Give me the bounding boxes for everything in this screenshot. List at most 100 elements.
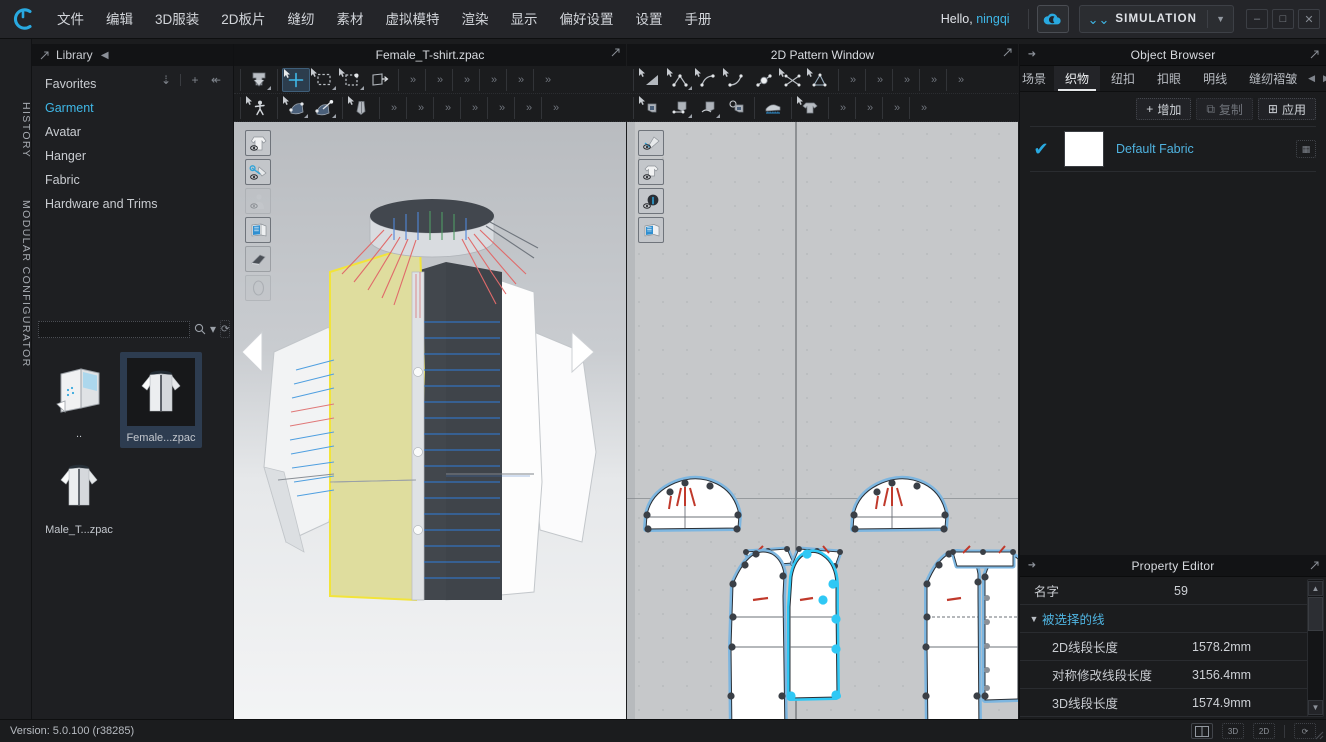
show-pattern-icon[interactable] — [638, 159, 664, 185]
tool-internal-polygon[interactable] — [806, 68, 834, 92]
tool-edit-curve[interactable] — [722, 68, 750, 92]
toolbar-group-expander-13[interactable]: » — [546, 96, 564, 120]
cloud-button[interactable] — [1037, 5, 1069, 33]
tab-button[interactable]: 纽扣 — [1100, 66, 1146, 91]
tab-prev-button[interactable]: ◀ — [1308, 73, 1315, 84]
back-icon[interactable]: ↞ — [207, 71, 225, 88]
tool-fold-arrangement[interactable] — [366, 68, 394, 92]
show-base-line-icon[interactable] — [638, 130, 664, 156]
simulation-mode-selector[interactable]: ⌄⌄ SIMULATION ▼ — [1079, 5, 1234, 33]
toolbar-group-expander-11[interactable]: » — [492, 96, 510, 120]
menu-display[interactable]: 显示 — [500, 0, 549, 39]
fabric-properties-icon[interactable]: ▦ — [1296, 140, 1316, 158]
expand-icon[interactable] — [611, 48, 620, 60]
property-name[interactable]: 名字 59 — [1020, 577, 1308, 605]
menu-settings[interactable]: 设置 — [625, 0, 674, 39]
resize-grip-icon[interactable] — [1312, 728, 1324, 740]
expand-icon[interactable] — [1003, 48, 1012, 60]
library-item-fabric[interactable]: Fabric — [32, 168, 233, 192]
fabric-name[interactable]: Default Fabric — [1116, 142, 1284, 156]
tool-avatar-walk[interactable] — [245, 96, 273, 120]
tool-edit-sewing[interactable] — [282, 96, 310, 120]
toolbar-2d-expander-9[interactable]: » — [914, 96, 932, 120]
add-fabric-button[interactable]: + 增加 — [1136, 98, 1191, 120]
expand-icon[interactable] — [1302, 561, 1326, 570]
show-fabric-book-icon[interactable] — [638, 217, 664, 243]
property-symmetric-length-value[interactable]: 3156.4mm — [1192, 668, 1251, 682]
menu-sewing[interactable]: 缝纫 — [277, 0, 326, 39]
view-3d-button[interactable]: 3D — [1222, 723, 1244, 739]
show-sewing-line-icon[interactable] — [245, 159, 271, 185]
show-avatar-head-icon[interactable] — [245, 275, 271, 301]
file-parent-folder[interactable]: .. — [38, 352, 120, 448]
expand-icon[interactable] — [32, 51, 56, 60]
toolbar-group-expander-1[interactable]: » — [403, 68, 421, 92]
collapse-right-icon[interactable]: ➜ — [1020, 560, 1044, 571]
fabric-checked-icon[interactable]: ✔ — [1030, 140, 1052, 158]
toolbar-group-expander-10[interactable]: » — [465, 96, 483, 120]
show-avatar-icon[interactable] — [245, 188, 271, 214]
tool-pleat[interactable] — [759, 96, 787, 120]
rail-tab-modular-configurator[interactable]: MODULAR CONFIGURATOR — [0, 189, 32, 379]
tab-topstitch[interactable]: 明线 — [1192, 66, 1238, 91]
collapse-left-icon[interactable]: ◀ — [93, 50, 117, 61]
property-name-value[interactable]: 59 — [1174, 584, 1188, 598]
toolbar-2d-expander-4[interactable]: » — [924, 68, 942, 92]
toolbar-group-expander-7[interactable]: » — [384, 96, 402, 120]
toolbar-group-expander-5[interactable]: » — [511, 68, 529, 92]
tool-curve-point[interactable] — [694, 68, 722, 92]
file-female-tshirt[interactable]: Female...zpac — [120, 352, 202, 448]
tab-buttonhole[interactable]: 扣眼 — [1146, 66, 1192, 91]
fabric-swatch[interactable] — [1064, 131, 1104, 167]
property-group-selected-line[interactable]: ▼ 被选择的线 — [1020, 605, 1308, 633]
property-3d-length[interactable]: 3D线段长度 1574.9mm — [1020, 689, 1308, 717]
toolbar-2d-expander-1[interactable]: » — [843, 68, 861, 92]
toolbar-2d-expander-6[interactable]: » — [833, 96, 851, 120]
add-icon[interactable]: + — [186, 71, 204, 88]
scroll-up-button[interactable]: ▲ — [1308, 581, 1323, 596]
toolbar-group-expander-3[interactable]: » — [457, 68, 475, 92]
property-2d-length[interactable]: 2D线段长度 1578.2mm — [1020, 633, 1308, 661]
viewport-3d-canvas[interactable] — [234, 122, 626, 719]
tool-check-sewing[interactable] — [722, 96, 750, 120]
toolbar-2d-expander-3[interactable]: » — [897, 68, 915, 92]
download-icon[interactable]: ⇣ — [157, 71, 175, 88]
layout-split-button[interactable] — [1191, 723, 1213, 739]
toolbar-group-expander-9[interactable]: » — [438, 96, 456, 120]
filter-caret-icon[interactable]: ▾ — [210, 321, 216, 338]
tool-select-mesh[interactable] — [310, 68, 338, 92]
refresh-icon[interactable]: ⟳ — [220, 320, 230, 338]
toolbar-2d-expander-5[interactable]: » — [951, 68, 969, 92]
menu-avatar[interactable]: 虚拟模特 — [375, 0, 451, 39]
menu-edit[interactable]: 编辑 — [95, 0, 144, 39]
show-pattern-info-icon[interactable] — [638, 188, 664, 214]
duplicate-fabric-button[interactable]: ⧉ 复制 — [1196, 98, 1253, 120]
tool-edit-point[interactable] — [666, 68, 694, 92]
fabric-row-default[interactable]: ✔ Default Fabric ▦ — [1030, 126, 1316, 172]
tool-polygon[interactable] — [638, 68, 666, 92]
tool-select-pin[interactable] — [338, 68, 366, 92]
toolbar-group-expander-4[interactable]: » — [484, 68, 502, 92]
search-icon[interactable] — [194, 321, 206, 338]
rail-tab-history[interactable]: HISTORY — [0, 87, 32, 173]
file-male-tshirt[interactable]: Male_T...zpac — [38, 448, 120, 540]
expand-icon[interactable] — [1302, 50, 1326, 59]
show-shading-icon[interactable] — [245, 246, 271, 272]
collapse-right-icon[interactable]: ➜ — [1020, 49, 1044, 60]
scroll-down-button[interactable]: ▼ — [1308, 700, 1323, 715]
viewport-2d-canvas[interactable] — [627, 122, 1018, 719]
tool-add-point-to-line[interactable] — [750, 68, 778, 92]
property-editor-scrollbar[interactable]: ▲ ▼ — [1307, 579, 1324, 717]
property-3d-length-value[interactable]: 1574.9mm — [1192, 696, 1251, 710]
triangle-down-icon[interactable]: ▼ — [1026, 614, 1042, 624]
tool-sew-segment[interactable] — [666, 96, 694, 120]
menu-preferences[interactable]: 偏好设置 — [549, 0, 625, 39]
toolbar-group-expander-2[interactable]: » — [430, 68, 448, 92]
tool-garment-render-style[interactable] — [245, 68, 273, 92]
tool-sew-free-curve[interactable] — [694, 96, 722, 120]
chevron-down-icon[interactable]: ▼ — [1208, 14, 1233, 24]
minimize-button[interactable]: – — [1246, 9, 1268, 29]
tool-flatten-garment[interactable] — [796, 96, 824, 120]
tab-sewing-pucker[interactable]: 缝纫褶皱 — [1238, 66, 1308, 91]
toolbar-2d-expander-2[interactable]: » — [870, 68, 888, 92]
